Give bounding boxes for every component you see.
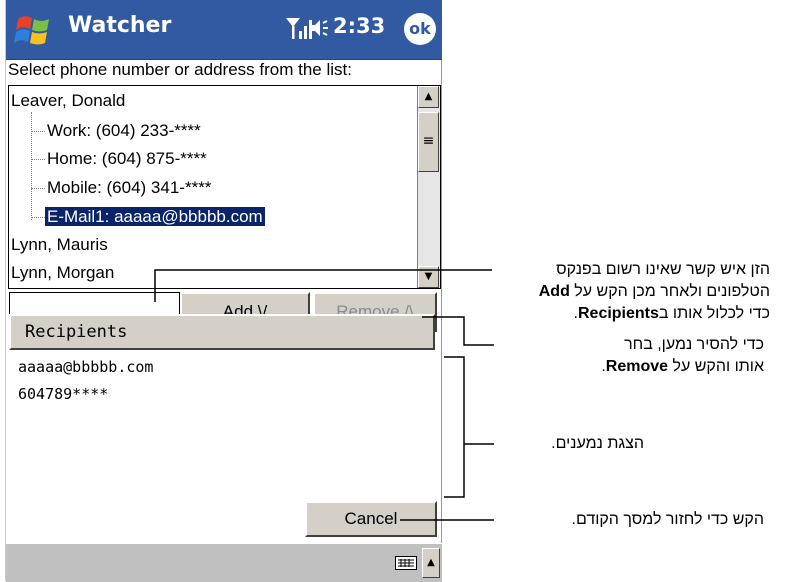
callout-bold: Remove (605, 358, 669, 375)
menu-bar: ▲ (6, 543, 442, 582)
list-item-home-phone[interactable]: Home: (604) 875-**** (47, 147, 207, 171)
tree-connector (31, 188, 45, 189)
mobile-phone: Mobile: (604) 341-**** (47, 178, 212, 197)
list-item-work-phone[interactable]: Work: (604) 233-**** (47, 119, 201, 143)
callout-recipients-view: הצגת נמענים. (551, 435, 644, 452)
callout-add-line3: כדי לכלול אותו בRecipients. (539, 303, 770, 325)
list-item-mobile-phone[interactable]: Mobile: (604) 341-**** (47, 176, 211, 200)
contact-tree-list[interactable]: Leaver, Donald Work: (604) 233-**** Home… (8, 85, 441, 289)
callout-text: אותו והקש על (668, 358, 764, 375)
callout-add-line2: הטלפונים ולאחר מכן הקש על Add (539, 281, 770, 303)
list-item-contact[interactable]: Lynn, Morgan (11, 261, 114, 285)
contact-name: Lynn, Mauris (11, 235, 108, 254)
recipient-item[interactable]: aaaaa@bbbbb.com (18, 358, 153, 376)
windows-flag-icon[interactable] (12, 11, 56, 49)
callout-cancel: הקש כדי לחזור למסך הקודם. (571, 511, 764, 528)
scroll-down-button[interactable]: ▼ (418, 266, 439, 288)
keyboard-icon[interactable] (395, 556, 417, 570)
contact-name: Leaver, Donald (11, 91, 126, 110)
callout-remove-line1: כדי להסיר נמען, בחר (624, 336, 764, 353)
list-scrollbar[interactable]: ▲ ≡ ▼ (417, 86, 440, 288)
tree-connector (31, 217, 45, 218)
work-phone: Work: (604) 233-**** (47, 121, 201, 140)
scroll-up-button[interactable]: ▲ (418, 86, 439, 108)
callout-add: הזן איש קשר שאינו רשום בפנקס הטלפונים ול… (539, 259, 770, 325)
select-prompt: Select phone number or address from the … (8, 60, 352, 79)
callout-add-line1: הזן איש קשר שאינו רשום בפנקס (556, 261, 770, 278)
callout-text: הטלפונים ולאחר מכן הקש על (569, 283, 770, 300)
callout-text: כדי לכלול אותו ב (658, 305, 770, 322)
list-item-contact[interactable]: Leaver, Donald (11, 89, 125, 113)
callout-remove-line2: אותו והקש על Remove. (601, 356, 764, 378)
ok-button[interactable]: ok (404, 13, 436, 45)
contact-name: Lynn, Morgan (11, 263, 115, 282)
title-bar: Watcher 2:33 ok (6, 0, 442, 60)
list-item-email-selected[interactable]: E-Mail1: aaaaa@bbbbb.com (45, 205, 265, 229)
cancel-button[interactable]: Cancel (305, 501, 437, 537)
callout-bold: Recipients (577, 305, 659, 322)
speaker-icon[interactable] (309, 16, 331, 40)
cancel-button-label: Cancel (344, 509, 398, 528)
list-item-contact[interactable]: Lynn, Mauris (11, 233, 108, 257)
callout-remove: כדי להסיר נמען, בחר אותו והקש על Remove. (601, 334, 764, 378)
email-address: E-Mail1: aaaaa@bbbbb.com (45, 207, 265, 226)
app-title[interactable]: Watcher (68, 13, 171, 38)
tree-connector (31, 159, 45, 160)
home-phone: Home: (604) 875-**** (47, 149, 207, 168)
recipient-item[interactable]: 604789**** (18, 385, 108, 403)
pocketpc-screen: Watcher 2:33 ok Select phone number or a… (5, 0, 442, 582)
chevron-up-icon[interactable]: ▲ (422, 548, 440, 578)
tree-connector (31, 112, 32, 220)
tree-connector (31, 131, 45, 132)
clock-time[interactable]: 2:33 (333, 14, 385, 38)
recipients-header: Recipients (9, 314, 435, 350)
callout-bold: Add (538, 283, 570, 300)
scroll-thumb[interactable]: ≡ (418, 112, 439, 172)
